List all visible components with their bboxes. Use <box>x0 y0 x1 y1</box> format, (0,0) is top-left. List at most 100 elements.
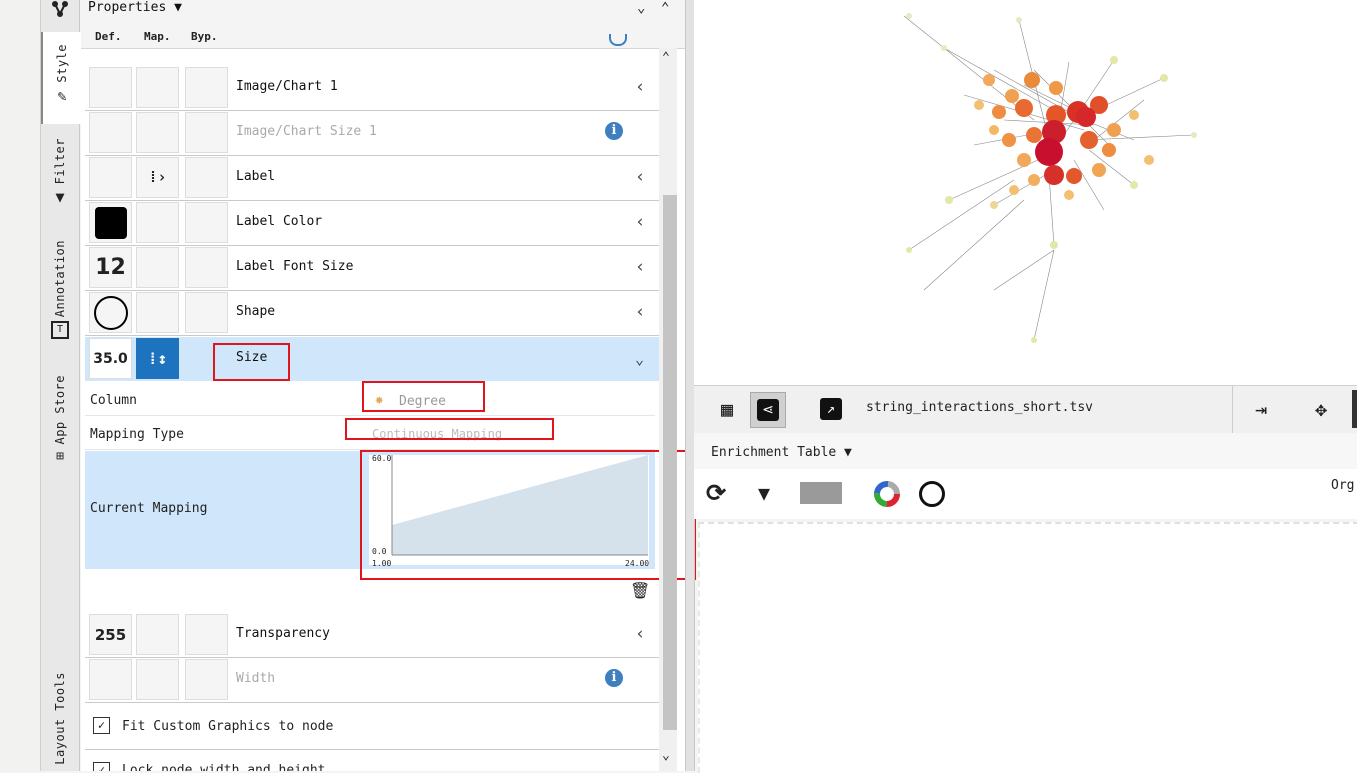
partial-info-icon <box>609 34 627 46</box>
prop-row-size[interactable]: 35.0 ⁞↕ Size ⌄ <box>85 337 659 382</box>
byp-cell[interactable] <box>185 614 228 655</box>
chevron-down-icon[interactable]: ⌄ <box>635 350 644 368</box>
def-cell[interactable] <box>89 202 132 243</box>
network-graph[interactable] <box>694 0 1357 385</box>
chevron-left-icon[interactable]: ‹ <box>635 257 645 277</box>
tab-style[interactable]: Style ✎ <box>41 32 81 124</box>
current-mapping-label: Current Mapping <box>90 501 208 516</box>
lock-node-size-label: Lock node width and height <box>122 763 326 771</box>
disabled-button[interactable] <box>800 482 842 504</box>
tab-app-store[interactable]: App Store ⊞ <box>41 375 79 475</box>
properties-title[interactable]: Properties ▼ <box>88 0 182 15</box>
chevron-left-icon[interactable]: ‹ <box>635 167 645 187</box>
byp-cell[interactable] <box>185 202 228 243</box>
map-cell[interactable]: ⁞› <box>136 157 179 198</box>
expand-all-icon[interactable]: ⌃ <box>661 0 669 16</box>
lock-node-size-checkbox[interactable]: ✓ <box>93 762 110 771</box>
enrichment-toolbar: ⟳ ▼ Org <box>694 469 1357 519</box>
refresh-icon[interactable]: ⟳ <box>706 479 726 507</box>
detach-button[interactable]: ↗ <box>814 392 848 426</box>
map-cell[interactable] <box>136 247 179 288</box>
font-size-value: 12 <box>95 255 126 280</box>
tab-layout-tools[interactable]: Layout Tools <box>41 672 79 771</box>
scroll-down-icon[interactable]: ⌄ <box>662 748 670 763</box>
prop-row-shape[interactable]: Shape ‹ <box>85 291 659 336</box>
map-cell[interactable] <box>136 112 179 153</box>
network-canvas[interactable] <box>694 0 1357 385</box>
filter-icon[interactable]: ▼ <box>758 481 770 505</box>
prop-row-width[interactable]: Width i <box>85 658 659 703</box>
enrichment-table-body[interactable] <box>698 522 1357 773</box>
byp-cell[interactable] <box>185 112 228 153</box>
col-def: Def. <box>95 30 122 43</box>
toolbar-edge <box>1352 390 1357 428</box>
def-cell[interactable] <box>89 157 132 198</box>
tab-network-icon-cell[interactable] <box>41 0 79 28</box>
map-cell[interactable] <box>136 659 179 700</box>
byp-cell[interactable] <box>185 67 228 108</box>
def-cell[interactable] <box>89 67 132 108</box>
color-wheel-icon[interactable] <box>874 481 900 507</box>
fit-custom-graphics-checkbox[interactable]: ✓ <box>93 717 110 734</box>
tab-annotation[interactable]: Annotation T <box>41 240 79 350</box>
info-icon[interactable]: i <box>605 669 623 687</box>
scrollbar-thumb[interactable] <box>663 195 677 730</box>
chevron-left-icon[interactable]: ‹ <box>635 302 645 322</box>
prop-row-image-chart-1[interactable]: Image/Chart 1 ‹ <box>85 66 659 111</box>
def-cell[interactable] <box>89 292 132 333</box>
network-view-button[interactable]: ⋖ <box>750 392 786 428</box>
column-highlight-box <box>362 381 485 412</box>
def-cell[interactable] <box>89 112 132 153</box>
byp-cell[interactable] <box>185 659 228 700</box>
size-default-value: 35.0 <box>93 350 128 367</box>
byp-cell[interactable] <box>185 247 228 288</box>
grid-icon: ▦ <box>720 397 734 421</box>
enrichment-title[interactable]: Enrichment Table ▼ <box>711 445 852 460</box>
chevron-left-icon[interactable]: ‹ <box>635 212 645 232</box>
tab-filter[interactable]: Filter ▼ <box>41 138 79 218</box>
scroll-up-icon[interactable]: ⌃ <box>662 50 670 65</box>
table-view-button[interactable]: ▦ <box>710 392 744 426</box>
mapping-type-label: Mapping Type <box>90 427 184 442</box>
def-cell[interactable]: 255 <box>89 614 132 655</box>
ellipse-icon <box>93 295 128 330</box>
byp-cell[interactable] <box>185 157 228 198</box>
byp-cell[interactable] <box>185 292 228 333</box>
map-cell[interactable] <box>136 67 179 108</box>
network-nodes <box>906 13 1197 343</box>
map-cell[interactable] <box>136 614 179 655</box>
current-mapping-label-cell: Current Mapping <box>85 451 359 569</box>
def-cell[interactable]: 12 <box>89 247 132 288</box>
tab-annotation-label: Annotation <box>53 240 67 318</box>
def-cell[interactable] <box>89 659 132 700</box>
prop-row-label-color[interactable]: Label Color ‹ <box>85 201 659 246</box>
org-label: Org <box>1331 478 1355 493</box>
chevron-left-icon[interactable]: ‹ <box>635 624 645 644</box>
export-button[interactable]: ⇥ <box>1244 392 1278 426</box>
fit-content-button[interactable]: ✥ <box>1304 392 1338 426</box>
prop-row-label-font-size[interactable]: 12 Label Font Size ‹ <box>85 246 659 291</box>
column-headers: Def. Map. Byp. <box>81 26 685 49</box>
map-cell[interactable]: ⁞↕ <box>136 338 179 379</box>
map-cell[interactable] <box>136 202 179 243</box>
map-cell[interactable] <box>136 292 179 333</box>
collapse-all-icon[interactable]: ⌄ <box>637 0 645 16</box>
prop-row-transparency[interactable]: 255 Transparency ‹ <box>85 613 659 658</box>
brush-icon: ✎ <box>57 86 67 105</box>
prop-label: Image/Chart Size 1 <box>236 124 377 139</box>
network-icon <box>52 1 68 17</box>
lock-node-size-row: ✓ Lock node width and height <box>85 750 659 771</box>
column-label: Column <box>90 393 137 408</box>
trash-icon[interactable]: 🗑 <box>630 581 650 600</box>
prop-row-label[interactable]: ⁞› Label ‹ <box>85 156 659 201</box>
chevron-left-icon[interactable]: ‹ <box>635 77 645 97</box>
info-icon[interactable]: i <box>605 122 623 140</box>
prop-row-image-chart-size-1[interactable]: Image/Chart Size 1 i <box>85 111 659 156</box>
circle-icon[interactable] <box>919 481 945 507</box>
prop-label: Label <box>236 169 276 184</box>
filter-icon: ▼ <box>55 188 65 207</box>
properties-panel: Properties ▼ ⌄ ⌃ Def. Map. Byp. Image/Ch… <box>81 0 696 771</box>
def-cell[interactable]: 35.0 <box>89 338 132 379</box>
prop-label: Size <box>236 350 268 365</box>
continuous-mapping-icon: ⁞↕ <box>147 348 168 368</box>
